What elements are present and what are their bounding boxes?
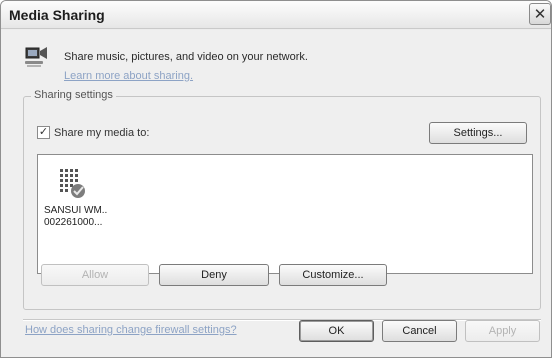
deny-button[interactable]: Deny [159, 264, 269, 286]
footer-separator [23, 319, 541, 321]
device-id: 002261000... [44, 217, 103, 228]
device-name: SANSUI WM.. [44, 205, 108, 216]
close-button[interactable]: ✕ [529, 3, 551, 25]
learn-more-link[interactable]: Learn more about sharing. [64, 70, 193, 82]
media-player-icon [25, 47, 47, 67]
customize-button[interactable]: Customize... [279, 264, 387, 286]
window-title: Media Sharing [9, 7, 105, 23]
media-device-allowed-icon [60, 169, 85, 198]
deny-button-label: Deny [201, 269, 227, 281]
allow-button-label: Allow [81, 269, 109, 281]
apply-button-label: Apply [488, 325, 517, 337]
checkmark-icon: ✓ [38, 126, 49, 138]
dialog-body: Share music, pictures, and video on your… [1, 30, 551, 357]
ok-button[interactable]: OK [299, 320, 374, 342]
share-media-label: Share my media to: [54, 126, 150, 139]
media-sharing-dialog: Media Sharing ✕ Share music, pictures, a… [0, 0, 552, 358]
settings-button[interactable]: Settings... [429, 122, 527, 144]
apply-button[interactable]: Apply [465, 320, 540, 342]
settings-button-label: Settings... [453, 127, 503, 139]
firewall-help-link[interactable]: How does sharing change firewall setting… [25, 324, 237, 336]
customize-button-label: Customize... [302, 269, 364, 281]
share-media-checkbox[interactable]: ✓ [37, 126, 50, 139]
close-icon: ✕ [533, 5, 547, 23]
cancel-button-label: Cancel [402, 325, 437, 337]
device-list[interactable]: SANSUI WM.. 002261000... [37, 154, 533, 274]
sharing-description: Share music, pictures, and video on your… [64, 51, 308, 63]
title-bar[interactable]: Media Sharing ✕ [1, 1, 551, 29]
sharing-settings-label: Sharing settings [31, 89, 116, 101]
share-media-option[interactable]: ✓ Share my media to: [37, 126, 149, 139]
cancel-button[interactable]: Cancel [382, 320, 457, 342]
allow-button[interactable]: Allow [41, 264, 149, 286]
ok-button-label: OK [328, 325, 345, 337]
